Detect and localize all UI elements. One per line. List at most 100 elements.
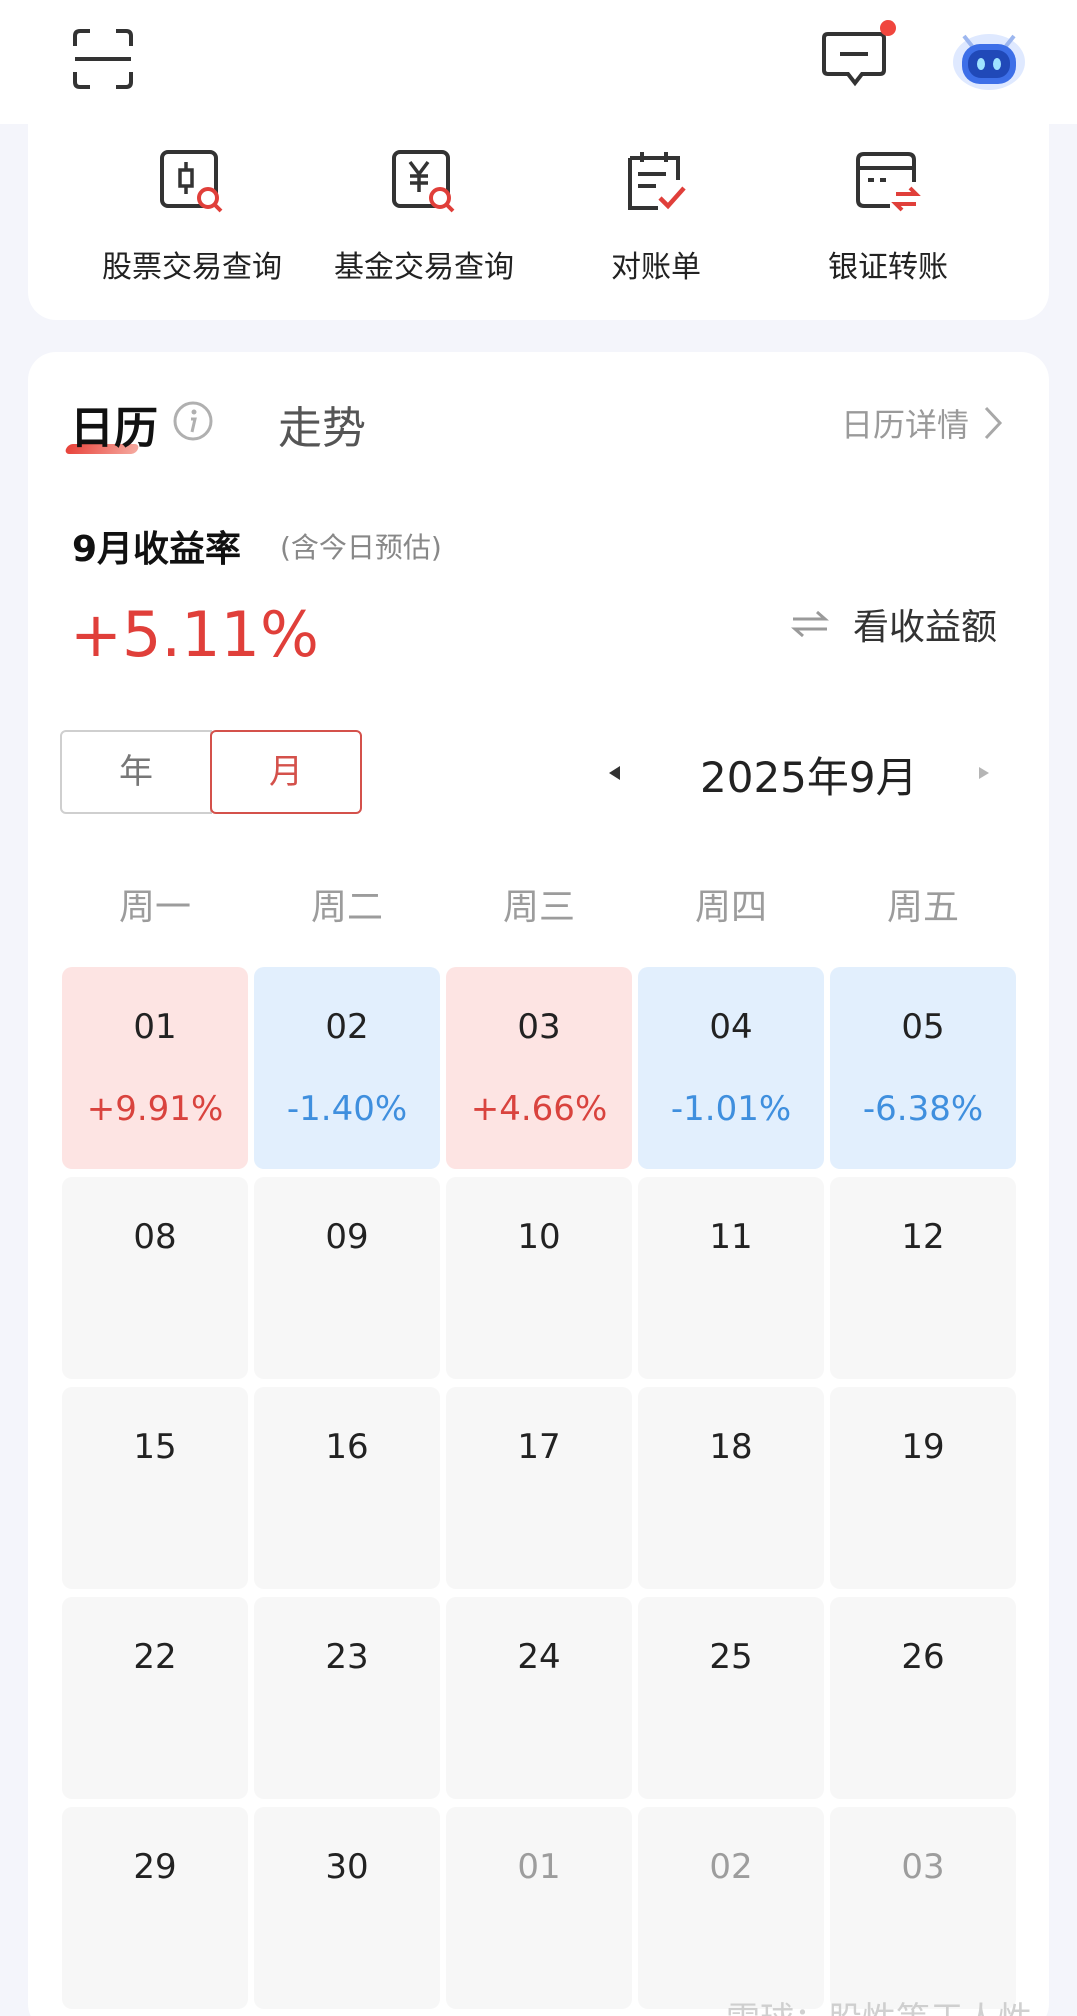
calendar-day-number: 25 [709,1637,753,1677]
calendar-day-number: 03 [517,1007,561,1047]
calendar-day-number: 22 [133,1637,177,1677]
calendar-day-cell[interactable]: 23 [254,1597,440,1799]
info-icon[interactable] [172,400,214,442]
calendar-day-number: 16 [325,1427,369,1467]
calendar-card: 日历 走势 日历详情 9月收益率 (含今日预估) +5.11% 看收益额 年 月… [28,352,1049,2016]
calendar-day-number: 18 [709,1427,753,1467]
calendar-day-cell[interactable]: 25 [638,1597,824,1799]
calendar-day-number: 11 [709,1217,753,1257]
message-icon[interactable] [822,30,888,88]
quick-action-statement[interactable]: 对账单 [540,148,772,298]
calendar-detail-link[interactable]: 日历详情 [841,400,1003,446]
quick-action-bank-transfer[interactable]: 银证转账 [772,148,1004,298]
calendar-day-number: 26 [901,1637,945,1677]
weekday-header: 周一 周二 周三 周四 周五 [62,878,1018,928]
top-bar [0,0,1077,124]
calendar-day-cell[interactable]: 11 [638,1177,824,1379]
period-toggle: 年 月 [60,730,362,814]
calendar-day-number: 24 [517,1637,561,1677]
scan-icon[interactable] [72,28,134,90]
calendar-day-number: 12 [901,1217,945,1257]
stock-search-icon [160,150,223,213]
weekday-mon: 周一 [118,887,191,928]
calendar-day-number: 17 [517,1427,561,1467]
calendar-day-number: 19 [901,1427,945,1467]
quick-action-label: 银证转账 [828,250,948,285]
current-month-label: 2025年9月 [700,753,918,802]
calendar-day-cell[interactable]: 12 [830,1177,1016,1379]
calendar-day-cell[interactable]: 02 -1.40% [254,967,440,1169]
calendar-day-return: +4.66% [470,1089,608,1129]
quick-actions-card: 股票交易查询 基金交易查询 对账单 银证转账 [28,118,1049,320]
calendar-day-cell[interactable]: 17 [446,1387,632,1589]
rate-value: +5.11% [70,598,319,671]
calendar-day-cell[interactable]: 02 [638,1807,824,2009]
calendar-day-return: +9.91% [86,1089,224,1129]
calendar-day-number: 02 [325,1007,369,1047]
calendar-day-return: -1.01% [670,1089,792,1129]
toggle-amount-button[interactable]: 看收益额 [790,598,997,650]
calendar-day-cell[interactable]: 08 [62,1177,248,1379]
calendar-day-cell[interactable]: 10 [446,1177,632,1379]
tab-trend[interactable]: 走势 [278,392,366,456]
calendar-detail-label: 日历详情 [840,406,969,444]
calendar-day-cell[interactable]: 16 [254,1387,440,1589]
weekday-thu: 周四 [694,887,767,928]
bank-transfer-icon [856,152,921,212]
calendar-day-cell[interactable]: 29 [62,1807,248,2009]
calendar-day-cell[interactable]: 15 [62,1387,248,1589]
calendar-day-number: 05 [901,1007,945,1047]
calendar-day-number: 23 [325,1637,369,1677]
swap-icon [790,610,829,638]
calendar-day-cell[interactable]: 26 [830,1597,1016,1799]
chevron-right-icon [984,406,1003,440]
calendar-day-return: -6.38% [862,1089,984,1129]
notification-dot [880,20,896,36]
calendar-grid: 01 +9.91% 02 -1.40% 03 +4.66% 04 -1.01% 05 -6.38%… [62,967,1018,2016]
rate-title: 9月收益率 [72,529,242,570]
calendar-day-cell[interactable]: 24 [446,1597,632,1799]
calendar-day-return: -1.40% [286,1089,408,1129]
calendar-day-cell[interactable]: 01 +9.91% [62,967,248,1169]
calendar-day-cell[interactable]: 18 [638,1387,824,1589]
statement-icon [628,152,686,210]
weekday-fri: 周五 [886,887,959,928]
watermark-text: 雪球：股性等于人性 [726,1992,1032,2016]
calendar-day-cell[interactable]: 30 [254,1807,440,2009]
calendar-day-cell[interactable]: 09 [254,1177,440,1379]
calendar-day-cell[interactable]: 22 [62,1597,248,1799]
calendar-day-cell[interactable]: 01 [446,1807,632,2009]
calendar-day-cell[interactable]: 04 -1.01% [638,967,824,1169]
calendar-day-number: 15 [133,1427,177,1467]
calendar-day-number: 01 [133,1007,177,1047]
watermark: 雪球：股性等于人性 [726,1992,1032,2016]
calendar-day-number: 01 [517,1847,561,1887]
calendar-day-cell[interactable]: 03 +4.66% [446,967,632,1169]
calendar-day-number: 04 [709,1007,753,1047]
calendar-day-cell[interactable]: 03 [830,1807,1016,2009]
period-year-button[interactable]: 年 [60,730,212,814]
robot-avatar-icon[interactable] [950,22,1028,94]
calendar-day-number: 03 [901,1847,945,1887]
weekday-tue: 周二 [310,887,383,928]
calendar-day-number: 30 [325,1847,369,1887]
prev-month-icon[interactable] [606,764,624,782]
period-month-button[interactable]: 月 [210,730,362,814]
toggle-amount-label: 看收益额 [852,607,997,648]
fund-search-icon [392,150,455,213]
quick-action-stock-query[interactable]: 股票交易查询 [76,148,308,298]
quick-action-label: 对账单 [611,250,701,285]
calendar-day-cell[interactable]: 05 -6.38% [830,967,1016,1169]
calendar-day-cell[interactable]: 19 [830,1387,1016,1589]
quick-action-label: 股票交易查询 [102,250,282,285]
calendar-day-number: 08 [133,1217,177,1257]
quick-action-label: 基金交易查询 [334,250,514,285]
calendar-day-number: 09 [325,1217,369,1257]
next-month-icon[interactable] [976,764,992,782]
calendar-day-number: 29 [133,1847,177,1887]
calendar-day-number: 02 [709,1847,753,1887]
quick-action-fund-query[interactable]: 基金交易查询 [308,148,540,298]
weekday-wed: 周三 [502,887,575,928]
tab-calendar[interactable]: 日历 [70,392,158,456]
calendar-day-number: 10 [517,1217,561,1257]
